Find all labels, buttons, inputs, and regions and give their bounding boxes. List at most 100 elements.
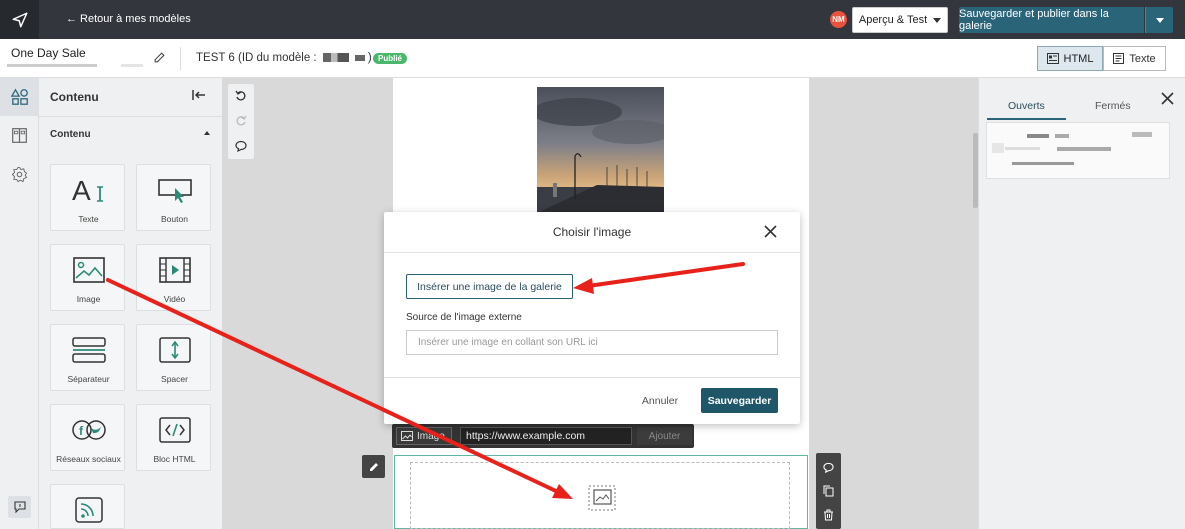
html-view-button[interactable]: HTML <box>1037 46 1103 71</box>
status-badge: Publié <box>373 53 408 64</box>
edit-name-pencil-icon[interactable] <box>153 51 166 67</box>
tile-label: Réseaux sociaux <box>56 454 121 464</box>
social-icon: f <box>51 413 126 447</box>
duplicate-icon[interactable] <box>816 479 841 503</box>
content-tab[interactable] <box>0 78 39 116</box>
layout-icon <box>12 127 27 143</box>
preview-test-label: Aperçu & Test <box>858 14 928 26</box>
template-id: TEST 6 (ID du modèle : ) <box>196 52 372 64</box>
tab-open[interactable]: Ouverts <box>1008 100 1045 112</box>
button-icon <box>137 173 212 207</box>
layout-tab[interactable] <box>0 116 39 154</box>
add-image-button[interactable]: Ajouter <box>637 427 692 445</box>
redo-icon[interactable] <box>228 109 254 133</box>
divider <box>384 377 800 378</box>
back-to-templates-link[interactable]: ← Retour à mes modèles <box>66 13 191 25</box>
image-toolbar-label: Image <box>417 430 445 442</box>
model-name[interactable]: One Day Sale <box>11 46 86 60</box>
edit-block-button[interactable] <box>362 455 385 478</box>
tile-html-block[interactable]: Bloc HTML <box>136 404 211 471</box>
external-image-url-input[interactable]: Insérer une image en collant son URL ici <box>406 330 778 355</box>
settings-tab[interactable] <box>0 155 39 193</box>
undo-icon[interactable] <box>228 84 254 108</box>
image-icon <box>401 431 413 441</box>
user-avatar[interactable]: NM <box>830 11 847 28</box>
template-id-close: ) <box>367 52 372 64</box>
image-toolbar-button[interactable]: Image <box>396 427 452 445</box>
svg-text:f: f <box>79 424 84 438</box>
html-icon <box>1046 53 1059 64</box>
template-id-label: (ID du modèle : <box>237 52 317 64</box>
cancel-button[interactable]: Annuler <box>634 389 686 413</box>
code-icon <box>137 413 212 447</box>
image-icon <box>51 253 126 287</box>
tile-label: Séparateur <box>67 374 110 384</box>
comment-icon[interactable] <box>228 134 254 158</box>
block-toolbar <box>816 453 841 529</box>
caret-down-icon <box>933 17 942 23</box>
history-toolbar <box>228 84 254 159</box>
tile-label: Texte <box>78 214 99 224</box>
trash-icon[interactable] <box>816 503 841 527</box>
tile-divider[interactable]: Séparateur <box>50 324 125 391</box>
model-name-underline <box>121 64 143 67</box>
text-icon: A <box>51 173 126 207</box>
collapse-panel-icon[interactable] <box>192 89 206 104</box>
pencil-icon <box>369 462 378 471</box>
tile-image[interactable]: Image <box>50 244 125 311</box>
preview-test-button[interactable]: Aperçu & Test <box>852 7 948 33</box>
spacer-icon <box>137 333 212 367</box>
email-photo[interactable] <box>537 87 664 213</box>
tab-closed[interactable]: Fermés <box>1095 100 1131 112</box>
tile-label: Image <box>76 294 101 304</box>
shapes-icon <box>10 88 28 105</box>
tile-text[interactable]: A Texte <box>50 164 125 231</box>
tile-social[interactable]: f Réseaux sociaux <box>50 404 125 471</box>
section-title[interactable]: Contenu <box>50 129 91 140</box>
video-icon <box>137 253 212 287</box>
save-button[interactable]: Sauvegarder <box>701 388 778 413</box>
tile-label: Bouton <box>161 214 188 224</box>
caret-up-icon[interactable] <box>204 131 210 135</box>
save-publish-button[interactable]: Sauvegarder et publier dans la galerie <box>959 7 1144 33</box>
image-url-input[interactable]: https://www.example.com <box>460 427 632 445</box>
text-doc-icon <box>1113 53 1125 64</box>
external-image-label: Source de l'image externe <box>406 312 522 323</box>
divider <box>384 252 800 253</box>
redacted-id <box>322 53 349 63</box>
modal-title: Choisir l'image <box>552 225 632 239</box>
insert-gallery-image-button[interactable]: Insérer une image de la galerie <box>406 274 573 299</box>
template-info-bar: One Day Sale TEST 6 (ID du modèle : ) Pu… <box>0 39 1185 78</box>
rss-icon <box>51 493 126 527</box>
feedback-button[interactable] <box>8 496 31 518</box>
image-placeholder-icon <box>588 485 616 511</box>
content-panel: Contenu Contenu A Texte Bouton Image Vid… <box>39 78 222 529</box>
divider <box>180 47 181 70</box>
svg-text:A: A <box>72 175 91 205</box>
comment-card[interactable] <box>986 122 1170 179</box>
template-name: TEST 6 <box>196 52 235 64</box>
tile-rss[interactable] <box>50 484 125 529</box>
tile-video[interactable]: Vidéo <box>136 244 211 311</box>
divider <box>39 116 222 117</box>
text-view-label: Texte <box>1129 52 1156 65</box>
left-icon-rail <box>0 78 39 529</box>
html-view-label: HTML <box>1063 52 1094 65</box>
close-icon[interactable] <box>763 224 778 242</box>
divider-icon <box>51 333 126 367</box>
tile-button[interactable]: Bouton <box>136 164 211 231</box>
tile-label: Bloc HTML <box>153 454 196 464</box>
comment-icon[interactable] <box>816 455 841 479</box>
redacted-id <box>354 54 365 61</box>
active-tab-indicator <box>987 118 1066 120</box>
caret-down-icon <box>1155 17 1164 23</box>
chat-icon <box>13 501 26 513</box>
send-logo-icon[interactable] <box>0 0 39 39</box>
close-icon[interactable] <box>1160 91 1175 109</box>
tile-label: Vidéo <box>163 294 186 304</box>
choose-image-modal: Choisir l'image Insérer une image de la … <box>384 212 800 424</box>
text-view-button[interactable]: Texte <box>1103 46 1166 71</box>
tile-spacer[interactable]: Spacer <box>136 324 211 391</box>
publish-options-button[interactable] <box>1145 7 1173 33</box>
panel-title: Contenu <box>50 90 99 104</box>
